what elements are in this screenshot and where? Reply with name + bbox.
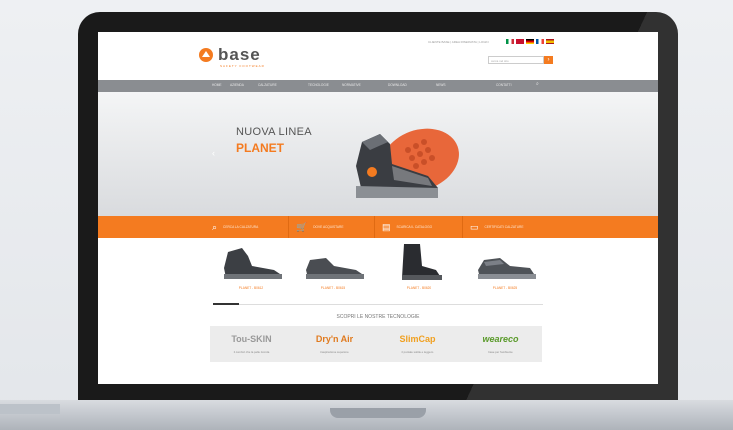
product-image <box>224 248 282 279</box>
search-icon: ⌕ <box>212 221 218 232</box>
search-input[interactable]: cerca nel sito <box>488 56 544 64</box>
product-label: PLANET - B0612 <box>238 286 264 290</box>
flag-en[interactable] <box>516 39 524 44</box>
catalog-icon: ▤ <box>382 221 391 232</box>
main-nav: HOME AZIENDA CALZATURE TECNOLOGIE NORMAT… <box>98 80 658 92</box>
technology-card-weareco[interactable]: weareco base per l'ambiente <box>459 326 542 362</box>
product-image <box>478 258 536 279</box>
hero-banner: ‹ NUOVA LINEA PLANET <box>98 92 658 216</box>
technology-name: Dry'n Air <box>315 334 354 344</box>
quick-link-label: SCARICA IL CATALOGO <box>396 225 433 229</box>
quick-link-buy[interactable]: 🛒 DOVE ACQUISTARE <box>296 216 343 238</box>
search-button[interactable]: › <box>544 56 553 64</box>
flag-fr[interactable] <box>536 39 544 44</box>
nav-item-azienda[interactable]: AZIENDA <box>230 83 244 87</box>
nav-item-home[interactable]: HOME <box>212 83 222 87</box>
nav-item-contatti[interactable]: CONTATTI <box>496 83 511 87</box>
hero-subtitle: PLANET <box>236 141 284 155</box>
technology-card-touskin[interactable]: Tou-SKIN il comfort che la pelle ricorda <box>210 326 293 362</box>
technology-name: SlimCap <box>399 334 436 344</box>
carousel-track <box>213 304 543 305</box>
logo-text: base <box>218 45 261 64</box>
quick-link-label: DOVE ACQUISTARE <box>313 225 344 229</box>
carousel-prev-icon[interactable]: ‹ <box>212 148 215 158</box>
product-card[interactable]: PLANET - B0615 <box>298 238 368 296</box>
site-logo[interactable]: base <box>198 46 261 63</box>
flag-it[interactable] <box>506 39 514 44</box>
browser-screen: base SAFETY FOOTWEAR CLIENTE BASE | AREA… <box>98 32 658 384</box>
quick-link-label: CERCA LA CALZATURA <box>223 225 259 229</box>
product-image <box>306 258 364 279</box>
product-image <box>402 244 442 280</box>
site-header: base SAFETY FOOTWEAR CLIENTE BASE | AREA… <box>98 32 658 80</box>
product-card[interactable]: PLANET - B0612 <box>216 238 286 296</box>
quick-link-search[interactable]: ⌕ CERCA LA CALZATURA <box>212 216 258 238</box>
quick-link-catalog[interactable]: ▤ SCARICA IL CATALOGO <box>382 216 432 238</box>
nav-item-normative[interactable]: NORMATIVE <box>342 83 361 87</box>
nav-item-tecnologie[interactable]: TECNOLOGIE <box>308 83 329 87</box>
cart-icon: 🛒 <box>296 221 308 232</box>
quick-links-bar: ⌕ CERCA LA CALZATURA 🛒 DOVE ACQUISTARE ▤… <box>98 216 658 238</box>
nav-item-calzature[interactable]: CALZATURE <box>258 83 277 87</box>
quick-link-certificates[interactable]: ▭ CERTIFICATI CALZATURE <box>470 216 523 238</box>
nav-item-news[interactable]: NEWS <box>436 83 446 87</box>
product-card[interactable]: PLANET - B0620 <box>384 238 454 296</box>
search-icon[interactable]: ⌕ <box>536 81 539 87</box>
nav-item-download[interactable]: DOWNLOAD <box>388 83 407 87</box>
technology-card-slimcap[interactable]: SlimCap il puntale sottile e leggero <box>376 326 459 362</box>
language-flags <box>506 39 554 44</box>
technology-desc: traspirazione superiore <box>320 350 349 354</box>
laptop-trackpad-notch <box>330 408 426 418</box>
folder-icon: ▭ <box>470 221 479 232</box>
divider <box>288 216 289 238</box>
hero-shoe-image <box>356 128 459 198</box>
hero-title: NUOVA LINEA <box>236 126 312 138</box>
technology-name: weareco <box>482 334 519 344</box>
flag-de[interactable] <box>526 39 534 44</box>
technologies-strip: Tou-SKIN il comfort che la pelle ricorda… <box>210 326 542 362</box>
technology-desc: il puntale sottile e leggero <box>401 350 434 354</box>
flag-es[interactable] <box>546 39 554 44</box>
logo-icon <box>199 47 213 62</box>
laptop-base-edge <box>0 404 60 414</box>
product-label: PLANET - B0620 <box>406 286 432 290</box>
technology-name: Tou-SKIN <box>231 334 272 344</box>
technology-card-dryair[interactable]: Dry'n Air traspirazione superiore <box>293 326 376 362</box>
technology-desc: base per l'ambiente <box>488 350 513 354</box>
divider <box>374 216 375 238</box>
product-card[interactable]: PLANET - B0625 <box>470 238 540 296</box>
technologies-title: SCOPRI LE NOSTRE TECNOLOGIE <box>336 314 420 320</box>
technology-desc: il comfort che la pelle ricorda <box>233 350 270 354</box>
divider <box>462 216 463 238</box>
utility-links[interactable]: CLIENTE BASE | AREA RISERVATA | LOGIN <box>428 40 489 44</box>
quick-link-label: CERTIFICATI CALZATURE <box>484 225 524 229</box>
carousel-indicator[interactable] <box>213 303 239 305</box>
logo-tagline: SAFETY FOOTWEAR <box>220 64 265 68</box>
product-label: PLANET - B0625 <box>492 286 518 290</box>
product-label: PLANET - B0615 <box>320 286 346 290</box>
